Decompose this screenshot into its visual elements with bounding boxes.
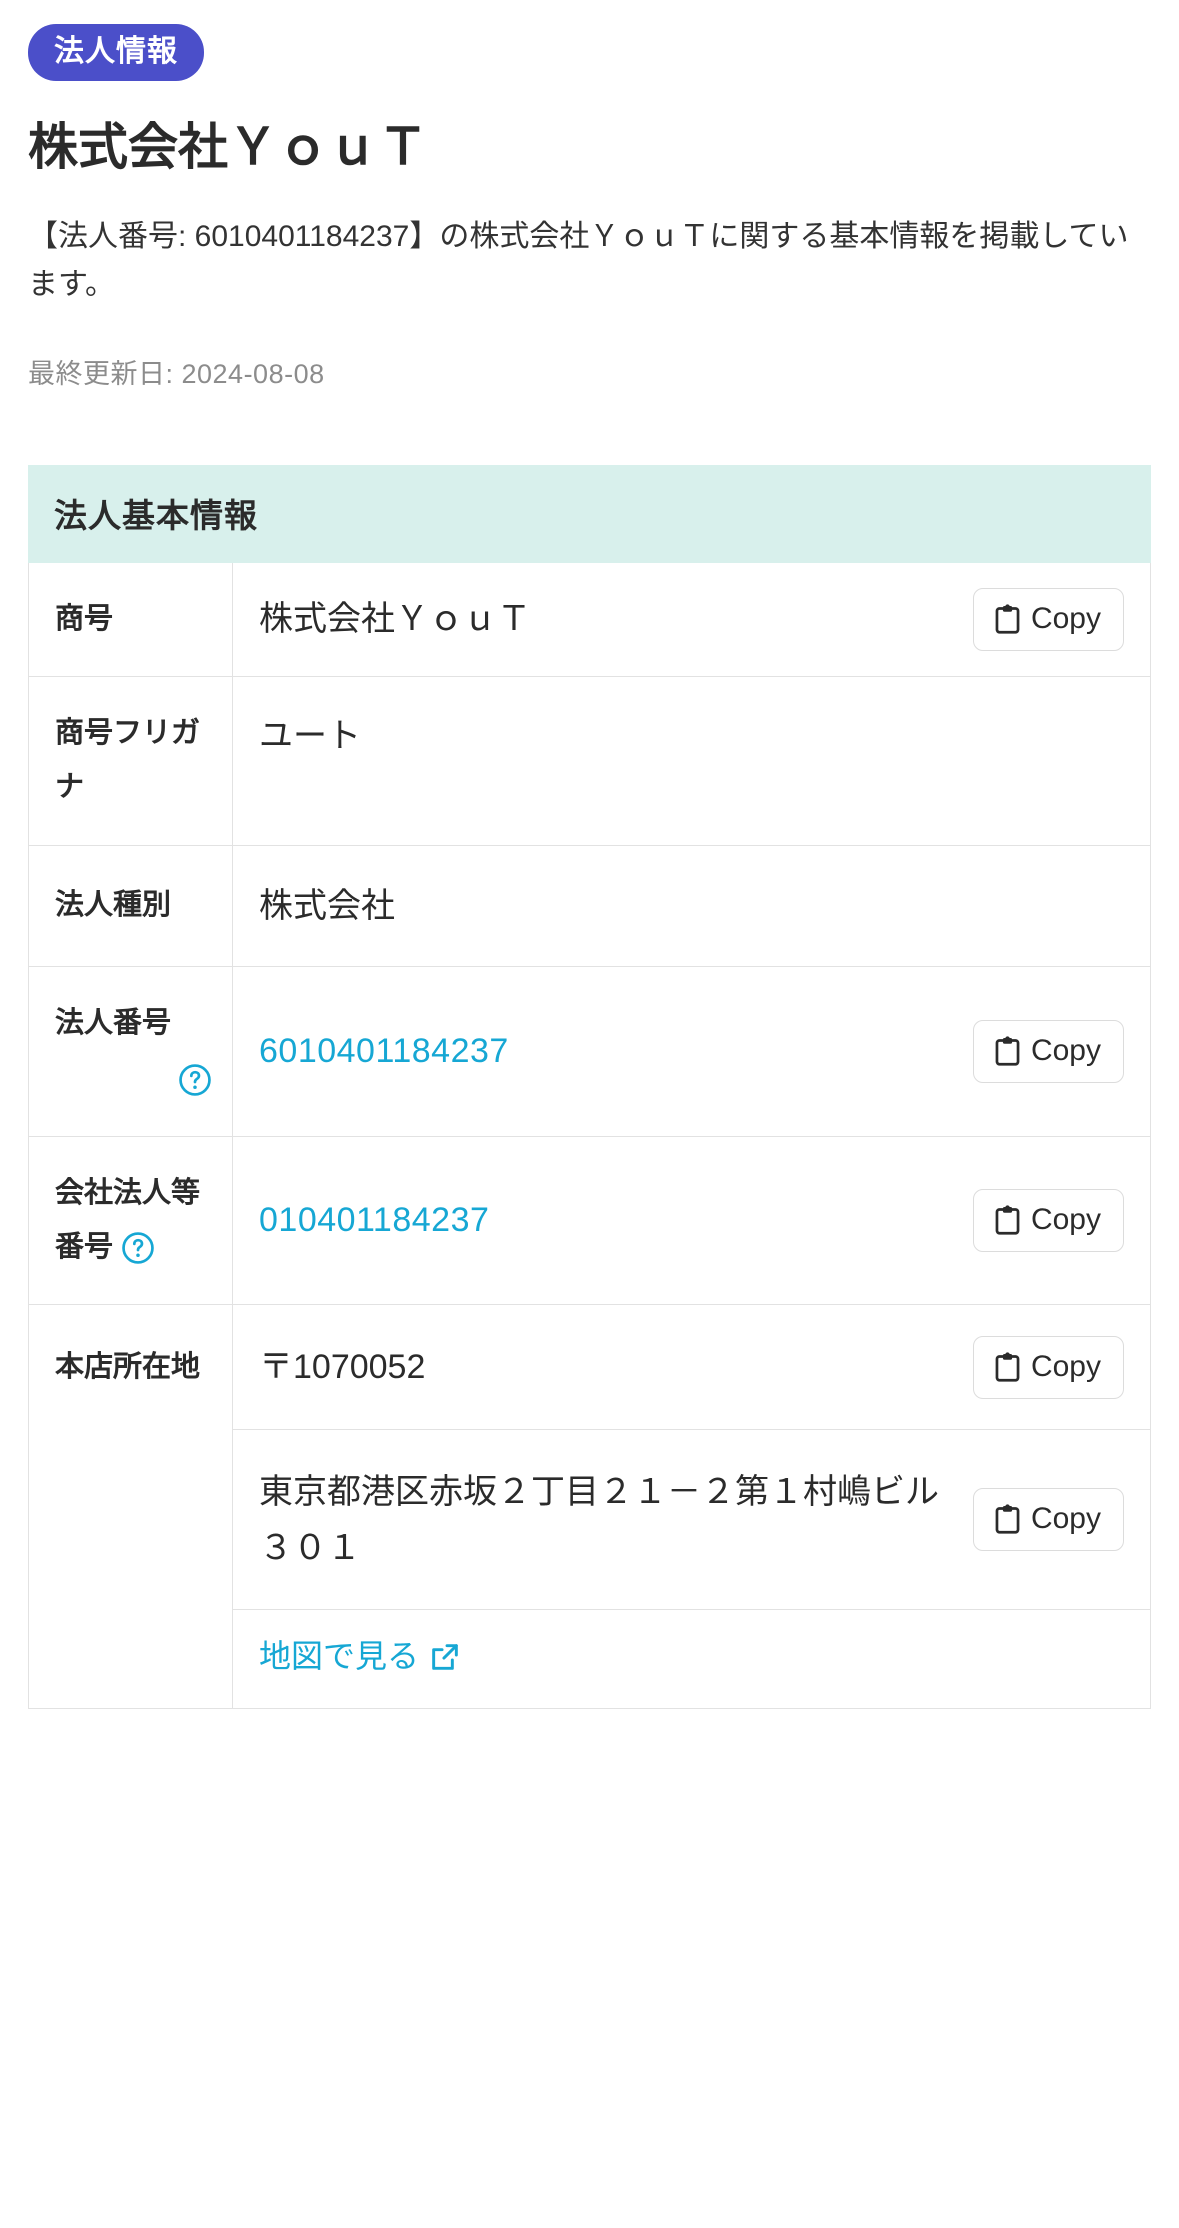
copy-button-label: Copy — [1030, 1349, 1101, 1383]
row-label-head-office-address: 本店所在地 — [28, 1304, 233, 1709]
category-badge: 法人情報 — [28, 24, 204, 81]
map-link-row: 地図で見る — [233, 1609, 1150, 1708]
value-line-address: 東京都港区赤坂２丁目２１－２第１村嶋ビル３０１ Copy — [233, 1429, 1150, 1609]
value-line: 6010401184237 Copy — [233, 969, 1150, 1133]
copy-button-trade-name[interactable]: Copy — [972, 588, 1124, 651]
company-number-link[interactable]: 010401184237 — [259, 1195, 961, 1246]
clipboard-icon — [994, 1036, 1021, 1066]
help-circle-icon[interactable] — [121, 1231, 155, 1265]
help-circle-icon[interactable] — [178, 1063, 212, 1097]
corporate-number-link[interactable]: 6010401184237 — [259, 1026, 961, 1077]
copy-button-label: Copy — [1030, 602, 1101, 635]
value-line: 010401184237 Copy — [233, 1141, 1150, 1301]
clipboard-icon — [994, 1352, 1021, 1382]
row-label-corporate-number: 法人番号 — [28, 966, 233, 1137]
page-title: 株式会社ＹｏｕＴ — [28, 119, 428, 175]
row-label-text: 法人番号 — [55, 1006, 172, 1039]
row-label-trade-name: 商号 — [28, 562, 233, 677]
clipboard-icon — [994, 1504, 1021, 1534]
row-value-trade-name: 株式会社ＹｏｕＴ Copy — [233, 563, 1151, 677]
table-row: 商号フリガナ ユート — [28, 676, 1151, 846]
table-row: 法人種別 株式会社 — [28, 845, 1151, 967]
basic-info-table: 商号 株式会社ＹｏｕＴ Copy 商号フリガナ ユート 法人種別 株式会社 法人… — [28, 562, 1151, 1709]
help-icon-wrapper — [55, 1052, 212, 1106]
row-value-corporate-type: 株式会社 — [233, 845, 1151, 966]
basic-info-section: 法人基本情報 商号 株式会社ＹｏｕＴ Copy 商号フリガナ ユート 法人種別 … — [0, 464, 1179, 1709]
corporate-type-value: 株式会社 — [259, 886, 395, 925]
clipboard-icon — [994, 1205, 1021, 1235]
clipboard-icon — [994, 604, 1021, 634]
view-on-map-link[interactable]: 地図で見る — [259, 1636, 461, 1678]
row-label-trade-name-kana: 商号フリガナ — [28, 676, 233, 846]
table-row: 会社法人等番号 010401184237 Copy — [28, 1136, 1151, 1305]
value-line: ユート — [233, 678, 1150, 844]
value-line: 株式会社ＹｏｕＴ Copy — [233, 566, 1150, 673]
last-updated-text: 最終更新日: 2024-08-08 — [28, 358, 325, 389]
trade-name-value: 株式会社ＹｏｕＴ — [259, 600, 531, 639]
table-row: 法人番号 6010401184237 Copy — [28, 966, 1151, 1137]
address-value: 東京都港区赤坂２丁目２１－２第１村嶋ビル３０１ — [259, 1472, 939, 1567]
external-link-icon — [429, 1641, 461, 1673]
copy-button-label: Copy — [1030, 1502, 1101, 1536]
section-heading: 法人基本情報 — [28, 464, 1151, 563]
row-value-trade-name-kana: ユート — [233, 677, 1151, 845]
page-description: 【法人番号: 6010401184237】の株式会社ＹｏｕＴに関する基本情報を掲… — [28, 219, 1129, 302]
view-on-map-label: 地図で見る — [259, 1638, 420, 1675]
row-value-corporate-number: 6010401184237 Copy — [233, 966, 1151, 1136]
row-value-head-office-address: 〒1070052 Copy 東京都港区赤坂２丁目２１－２第１村嶋ビル３０１ Co… — [233, 1305, 1151, 1709]
table-row: 本店所在地 〒1070052 Copy 東京都港区赤坂２丁目２１－２第１村嶋ビル… — [28, 1304, 1151, 1709]
value-line-postal: 〒1070052 Copy — [233, 1305, 1150, 1429]
trade-name-kana-value: ユート — [259, 716, 361, 755]
copy-button-address[interactable]: Copy — [972, 1488, 1124, 1552]
value-line: 株式会社 — [233, 846, 1150, 966]
row-label-company-number: 会社法人等番号 — [28, 1136, 233, 1305]
copy-button-label: Copy — [1030, 1203, 1101, 1237]
copy-button-postal-code[interactable]: Copy — [972, 1335, 1124, 1399]
postal-code-value: 〒1070052 — [259, 1348, 426, 1387]
copy-button-label: Copy — [1030, 1033, 1101, 1067]
row-label-corporate-type: 法人種別 — [28, 845, 233, 967]
row-value-company-number: 010401184237 Copy — [233, 1136, 1151, 1304]
copy-button-company-number[interactable]: Copy — [972, 1189, 1124, 1253]
table-row: 商号 株式会社ＹｏｕＴ Copy — [28, 562, 1151, 677]
corporate-info-page: 法人情報 株式会社ＹｏｕＴ 【法人番号: 6010401184237】の株式会社… — [0, 0, 1179, 2228]
copy-button-corporate-number[interactable]: Copy — [972, 1019, 1124, 1083]
page-header: 法人情報 株式会社ＹｏｕＴ 【法人番号: 6010401184237】の株式会社… — [0, 0, 1179, 391]
